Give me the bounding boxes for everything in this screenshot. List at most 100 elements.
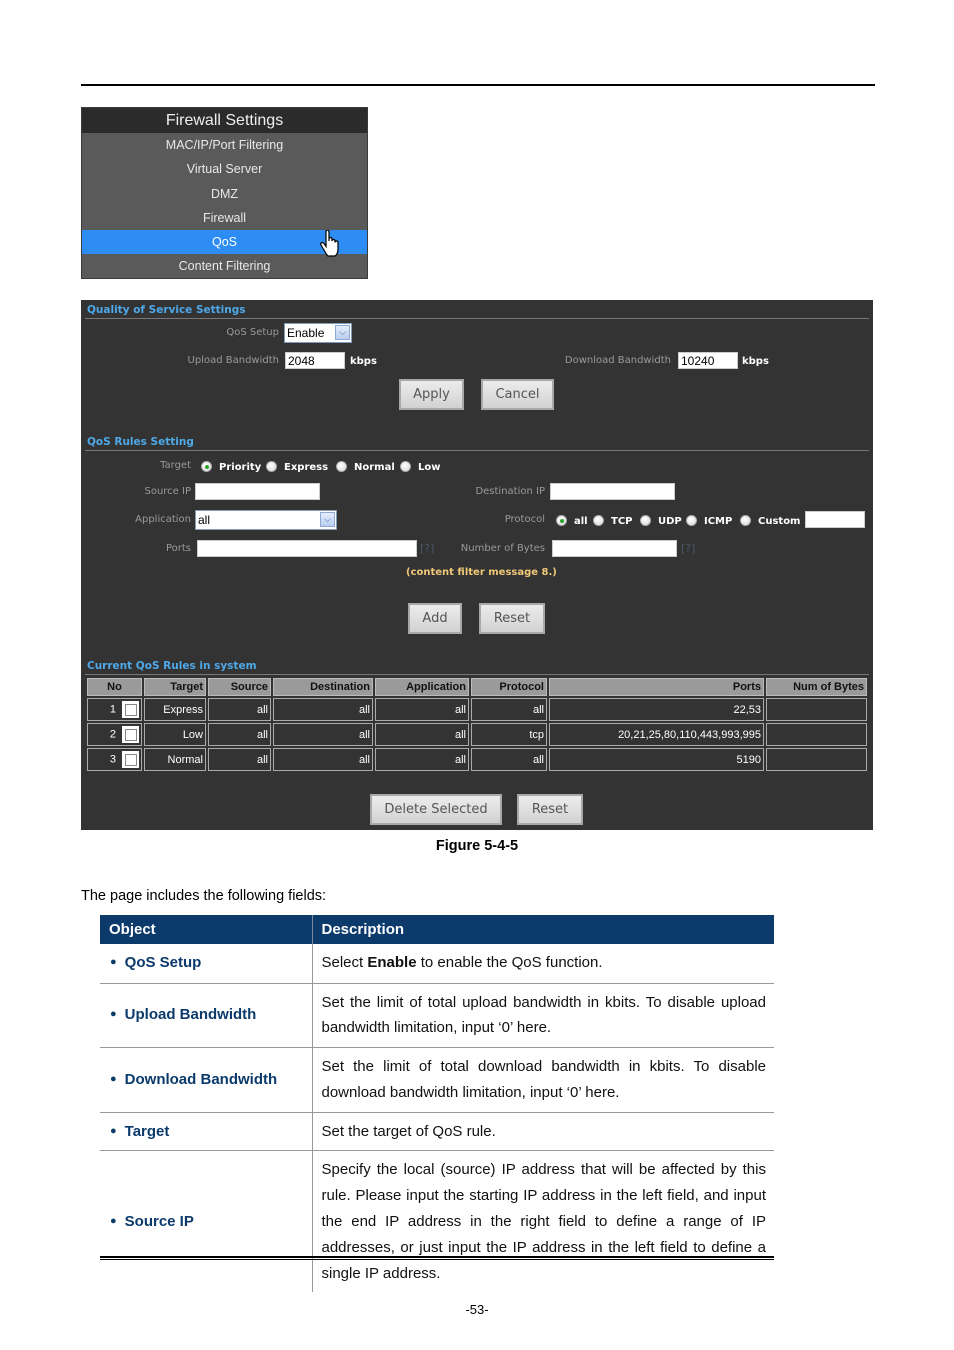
fields-row: ● Source IP Specify the local (source) IP… [100, 1150, 774, 1293]
protocol-option-icmp: ICMP [704, 516, 733, 527]
rule-select-checkbox[interactable] [122, 751, 139, 768]
table-row: 3 Normal all all all all 5190 [87, 748, 867, 771]
download-bandwidth-label: Download Bandwidth [564, 355, 671, 366]
rule-no-text: 2 [109, 728, 116, 741]
target-radio-priority[interactable] [201, 461, 212, 472]
rule-destination: all [273, 698, 373, 721]
number-of-bytes-label: Number of Bytes [460, 543, 545, 554]
current-rules-title: Current QoS Rules in system [87, 660, 257, 672]
application-select[interactable]: all ⌵ [195, 510, 337, 530]
rule-select-checkbox[interactable] [122, 726, 139, 743]
rule-bytes [766, 698, 867, 721]
page-number: -53- [465, 1302, 489, 1317]
ports-input[interactable] [197, 540, 417, 557]
bullet-icon: ● [110, 1008, 117, 1021]
menu-item-qos-label: QoS [211, 235, 237, 250]
description-cell: Select Enable to enable the QoS function… [312, 944, 774, 984]
header-description: Description [311, 911, 774, 944]
protocol-radio-icmp[interactable] [686, 515, 697, 526]
application-value: all [198, 513, 211, 527]
rule-ports: 5190 [549, 748, 764, 771]
object-name: Target [124, 1122, 170, 1140]
menu-item-dmz[interactable]: DMZ [82, 182, 367, 206]
protocol-radio-custom[interactable] [740, 515, 751, 526]
menu-title: Firewall Settings [82, 108, 367, 133]
menu-item-qos[interactable]: QoS [82, 230, 367, 257]
fields-row: ● Target Set the target of QoS rule. [100, 1112, 774, 1152]
section-divider [85, 318, 869, 319]
rule-source: all [208, 698, 271, 721]
cancel-button[interactable]: Cancel [481, 379, 554, 410]
bullet-icon: ● [110, 956, 117, 969]
protocol-label: Protocol [504, 514, 545, 525]
source-ip-label: Source IP [144, 486, 191, 497]
qos-settings-title: Quality of Service Settings [87, 304, 246, 316]
add-button[interactable]: Add [408, 603, 462, 634]
target-radio-normal[interactable] [336, 461, 347, 472]
rule-no: 2 [87, 723, 142, 746]
description-cell: Set the target of QoS rule. [312, 1112, 774, 1152]
delete-selected-button[interactable]: Delete Selected [370, 794, 502, 825]
apply-button[interactable]: Apply [399, 379, 464, 410]
number-of-bytes-input[interactable] [552, 540, 677, 557]
qos-rules-table: No Target Source Destination Application… [85, 676, 869, 773]
col-source: Source [208, 678, 271, 696]
rule-ports: 20,21,25,80,110,443,993,995 [549, 723, 764, 746]
source-ip-input[interactable] [195, 483, 320, 500]
upload-bandwidth-input[interactable]: 2048 [285, 352, 345, 369]
rule-destination: all [273, 723, 373, 746]
rule-destination: all [273, 748, 373, 771]
header-rule [81, 84, 875, 86]
rule-no-text: 3 [109, 753, 116, 766]
col-application: Application [375, 678, 469, 696]
menu-item-firewall[interactable]: Firewall [82, 206, 367, 230]
table-row: 2 Low all all all tcp 20,21,25,80,110,44… [87, 723, 867, 746]
rule-source: all [208, 723, 271, 746]
application-label: Application [135, 514, 191, 525]
col-destination: Destination [273, 678, 373, 696]
rule-protocol: tcp [471, 723, 547, 746]
description-text: to enable the QoS function. [416, 954, 603, 972]
destination-ip-input[interactable] [550, 483, 675, 500]
bullet-icon: ● [110, 1124, 117, 1137]
description-cell: Set the limit of total upload bandwidth … [312, 983, 774, 1049]
object-cell: ● QoS Setup [100, 944, 313, 984]
col-target: Target [144, 678, 206, 696]
qos-setup-select[interactable]: Enable ⌵ [284, 323, 352, 343]
bytes-help-link[interactable]: [?] [681, 542, 695, 555]
object-cell: ● Source IP [100, 1150, 313, 1293]
content-filter-message: (content filter message 8.) [406, 567, 557, 578]
ports-help-link[interactable]: [?] [420, 542, 434, 555]
menu-item-mac-ip-port-filtering[interactable]: MAC/IP/Port Filtering [82, 133, 367, 157]
bullet-icon: ● [110, 1072, 117, 1085]
header-object: Object [100, 911, 312, 944]
download-bandwidth-input[interactable]: 10240 [678, 352, 738, 369]
protocol-radio-tcp[interactable] [593, 515, 604, 526]
rule-no: 1 [87, 698, 142, 721]
qos-panel: Quality of Service Settings QoS Setup En… [81, 300, 873, 830]
target-option-low: Low [418, 462, 441, 473]
download-unit: kbps [742, 356, 769, 367]
rule-select-checkbox[interactable] [122, 701, 139, 718]
reset-rule-button[interactable]: Reset [479, 603, 545, 634]
custom-protocol-input[interactable] [805, 511, 865, 528]
object-cell: ● Download Bandwidth [100, 1047, 313, 1113]
reset-table-button[interactable]: Reset [517, 794, 583, 825]
menu-item-content-filtering[interactable]: Content Filtering [82, 254, 367, 278]
menu-item-virtual-server[interactable]: Virtual Server [82, 157, 367, 181]
object-cell: ● Upload Bandwidth [100, 983, 313, 1049]
protocol-radio-udp[interactable] [640, 515, 651, 526]
protocol-option-custom: Custom [758, 516, 801, 527]
table-header-row: No Target Source Destination Application… [87, 678, 867, 696]
rule-protocol: all [471, 748, 547, 771]
rule-no-text: 1 [109, 703, 116, 716]
col-protocol: Protocol [471, 678, 547, 696]
protocol-radio-all[interactable] [556, 515, 567, 526]
figure-caption: Figure 5-4-5 [435, 838, 519, 854]
target-radio-express[interactable] [266, 461, 277, 472]
intro-text: The page includes the following fields: [81, 888, 327, 904]
protocol-option-udp: UDP [658, 516, 682, 527]
rule-bytes [766, 748, 867, 771]
target-radio-low[interactable] [400, 461, 411, 472]
object-name: Upload Bandwidth [124, 1006, 257, 1024]
